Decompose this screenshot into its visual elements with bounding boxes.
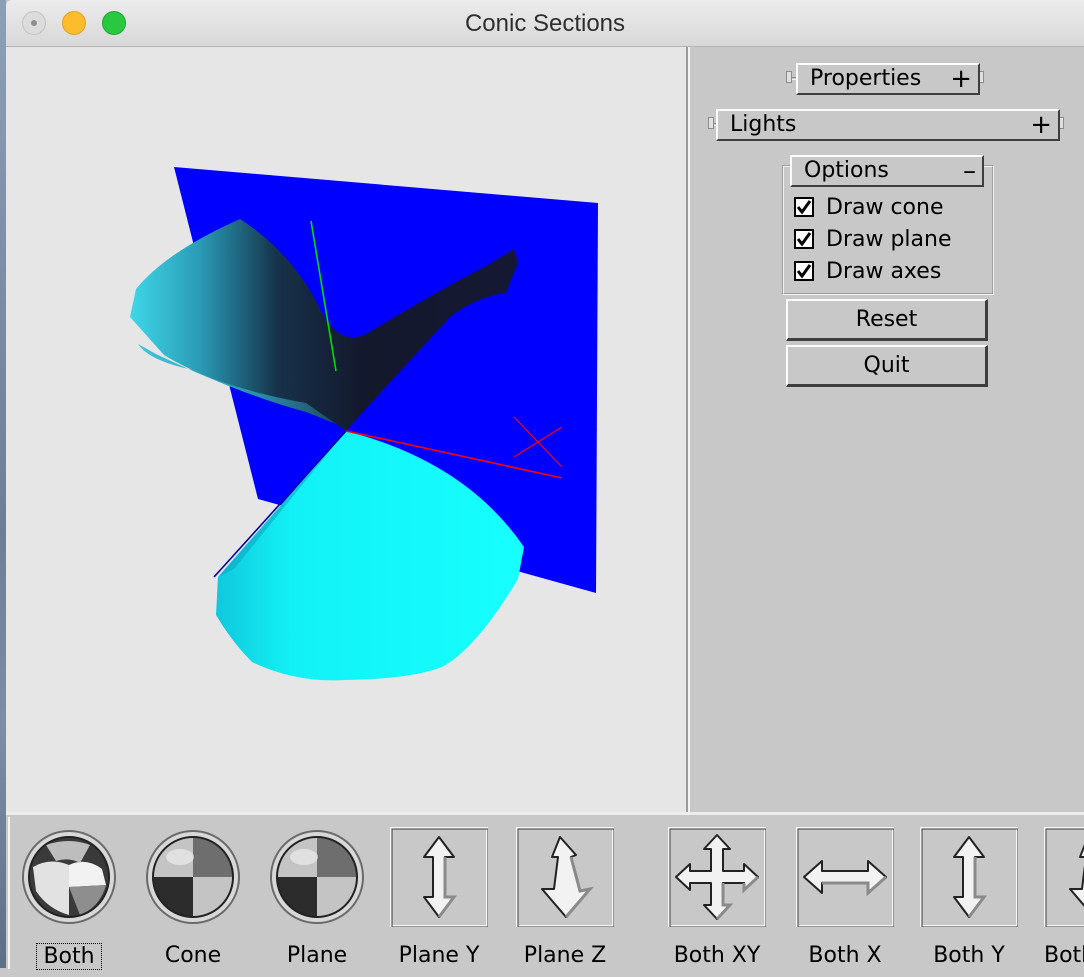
expand-plus-icon: + xyxy=(1030,110,1052,140)
app-window: Conic Sections Properties + Lights + Opt… xyxy=(6,0,1084,970)
transform-toolbar: Both Cone Plane Plane Y Plane Z Both XY … xyxy=(6,812,1084,970)
lights-rollout-label: Lights xyxy=(730,112,797,137)
tool-label-both-y: Both Y xyxy=(933,943,1005,968)
trackball-rotate-icon xyxy=(22,830,116,924)
collapse-minus-icon: – xyxy=(963,156,976,186)
draw-cone-checkbox-row[interactable]: Draw cone xyxy=(794,193,944,221)
options-rollout-button[interactable]: Options – xyxy=(790,155,984,187)
tool-label-both: Both xyxy=(36,943,102,970)
horizontal-arrow-icon xyxy=(796,827,894,927)
draw-cone-label: Draw cone xyxy=(826,194,944,220)
rollout-cap xyxy=(786,71,792,83)
draw-axes-checkbox-row[interactable]: Draw axes xyxy=(794,257,941,285)
translate-both-z-tool[interactable]: Both Z xyxy=(1044,827,1084,977)
control-panel: Properties + Lights + Options – Draw con… xyxy=(688,47,1084,812)
tool-label-plane: Plane xyxy=(286,943,348,968)
draw-axes-checkbox[interactable] xyxy=(794,261,814,281)
trackball-rotate-icon xyxy=(146,830,240,924)
toolbar-inner: Both Cone Plane Plane Y Plane Z Both XY … xyxy=(8,817,1084,970)
draw-plane-label: Draw plane xyxy=(826,226,952,252)
tool-label-both-z: Both Z xyxy=(1044,943,1084,968)
conic-scene[interactable] xyxy=(6,47,686,812)
lights-rollout-button[interactable]: Lights + xyxy=(716,109,1060,141)
properties-rollout-label: Properties xyxy=(810,66,922,91)
draw-plane-checkbox[interactable] xyxy=(794,229,814,249)
checkmark-icon xyxy=(796,200,812,215)
draw-axes-label: Draw axes xyxy=(826,258,942,284)
draw-cone-checkbox[interactable] xyxy=(794,197,814,217)
draw-plane-checkbox-row[interactable]: Draw plane xyxy=(794,225,952,253)
reset-button[interactable]: Reset xyxy=(786,299,988,341)
tool-label-plane-y: Plane Y xyxy=(398,943,480,968)
expand-plus-icon: + xyxy=(950,64,972,94)
window-title: Conic Sections xyxy=(464,10,626,37)
rollout-cap xyxy=(708,117,714,129)
title-bar: Conic Sections xyxy=(6,0,1084,47)
checkmark-icon xyxy=(796,232,812,247)
vertical-arrow-icon xyxy=(390,827,488,927)
tool-label-both-x: Both X xyxy=(808,943,882,968)
four-way-arrow-icon xyxy=(668,827,766,927)
quit-button[interactable]: Quit xyxy=(786,345,988,387)
z-arrow-icon xyxy=(516,827,614,927)
options-rollout-label: Options xyxy=(804,158,889,183)
tool-label-both-xy: Both XY xyxy=(673,943,761,968)
checkmark-icon xyxy=(796,264,812,279)
vertical-arrow-icon xyxy=(920,827,1018,927)
trackball-rotate-icon xyxy=(270,830,364,924)
3d-viewport[interactable] xyxy=(6,47,688,812)
properties-rollout-button[interactable]: Properties + xyxy=(796,63,980,95)
tool-label-cone: Cone xyxy=(164,943,222,968)
z-arrow-icon xyxy=(1044,827,1084,927)
tool-label-plane-z: Plane Z xyxy=(523,943,607,968)
